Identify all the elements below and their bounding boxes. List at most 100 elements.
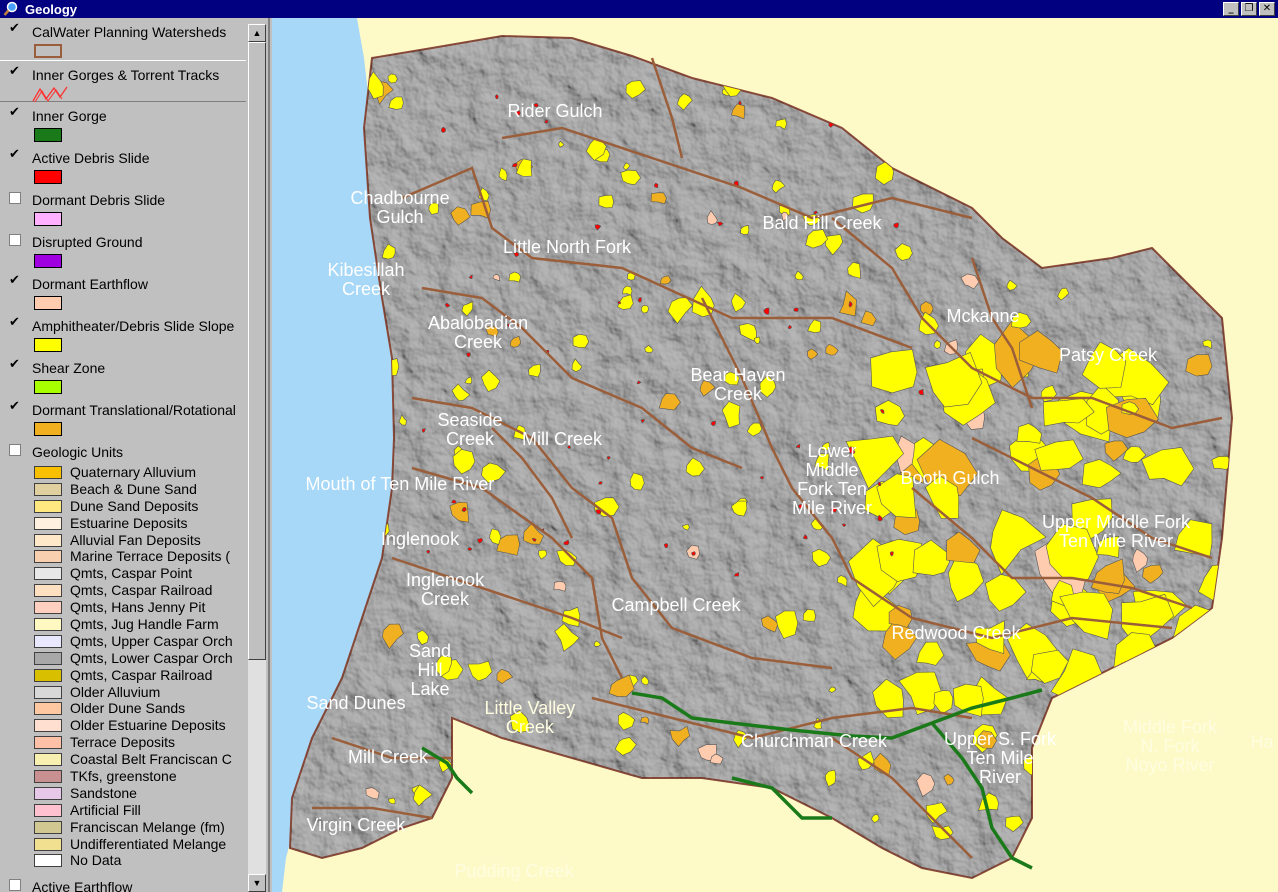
layer-visibility-checkbox[interactable] bbox=[9, 147, 21, 162]
slide-polygon bbox=[607, 787, 628, 810]
layer-name: Inner Gorge bbox=[32, 108, 107, 124]
layer-geologic-units[interactable]: Geologic Units bbox=[0, 438, 246, 464]
layer-calwater-planning-watersheds[interactable]: CalWater Planning Watersheds bbox=[0, 18, 246, 60]
slide-polygon bbox=[721, 818, 733, 830]
minimize-button[interactable]: _ bbox=[1223, 2, 1239, 16]
unit-swatch bbox=[34, 786, 62, 800]
scroll-up-button[interactable]: ▲ bbox=[248, 24, 266, 42]
maximize-button[interactable]: ❐ bbox=[1241, 2, 1257, 16]
slide-polygon bbox=[628, 837, 648, 856]
slide-polygon bbox=[785, 845, 802, 861]
slide-polygon bbox=[721, 791, 740, 809]
layer-active-earthflow[interactable]: Active Earthflow bbox=[0, 873, 246, 892]
slide-polygon bbox=[485, 792, 494, 802]
slide-polygon bbox=[1001, 178, 1028, 198]
unit-label: Qmts, Caspar Railroad bbox=[70, 582, 213, 599]
layer-visibility-checkbox[interactable] bbox=[9, 444, 21, 456]
watershed-label: Patsy Creek bbox=[1059, 345, 1158, 365]
unit-label: Qmts, Jug Handle Farm bbox=[70, 616, 219, 633]
layer-visibility-checkbox[interactable] bbox=[9, 192, 21, 204]
layer-swatch bbox=[34, 254, 62, 268]
unit-label: Artificial Fill bbox=[70, 801, 141, 818]
unit-swatch bbox=[34, 466, 62, 479]
watershed-label: Sand Hill Lake bbox=[409, 640, 452, 699]
slide-polygon bbox=[495, 94, 499, 100]
layer-visibility-checkbox[interactable] bbox=[9, 273, 21, 288]
magnifier-icon bbox=[3, 1, 19, 17]
layer-dormant-earthflow[interactable]: Dormant Earthflow bbox=[0, 270, 246, 312]
watershed-label: Seaside Creek bbox=[437, 410, 503, 449]
unit-swatch bbox=[34, 618, 62, 632]
geologic-unit-item: Qmts, Hans Jenny Pit bbox=[0, 599, 246, 616]
layer-visibility-checkbox[interactable] bbox=[9, 21, 21, 36]
unit-swatch bbox=[34, 533, 62, 547]
slide-polygon bbox=[588, 849, 600, 859]
watershed-label: Redwood Creek bbox=[891, 623, 1021, 643]
slide-polygon bbox=[1139, 799, 1154, 821]
scroll-down-button[interactable]: ▼ bbox=[248, 874, 266, 892]
slide-polygon bbox=[1057, 727, 1076, 741]
watershed-label: Mouth of Ten Mile River bbox=[305, 474, 495, 494]
unit-label: Sandstone bbox=[70, 784, 137, 801]
geology-map[interactable]: Rider Gulch Chadbourne Gulch Little North … bbox=[272, 18, 1278, 892]
slide-polygon bbox=[484, 824, 498, 841]
unit-label: Older Alluvium bbox=[70, 683, 161, 700]
geologic-unit-item: Terrace Deposits bbox=[0, 734, 246, 751]
slide-polygon bbox=[598, 194, 614, 209]
unit-swatch bbox=[34, 567, 62, 581]
slide-polygon bbox=[644, 829, 659, 850]
geologic-unit-item: Estuarine Deposits bbox=[0, 515, 246, 532]
watershed-label: Abalobadian Creek bbox=[428, 313, 529, 352]
geologic-unit-item: Older Dune Sands bbox=[0, 700, 246, 717]
layer-dormant-debris-slide[interactable]: Dormant Debris Slide bbox=[0, 186, 246, 228]
geologic-unit-item: Artificial Fill bbox=[0, 802, 246, 819]
slide-polygon bbox=[467, 547, 473, 551]
slide-polygon bbox=[1226, 742, 1232, 753]
layer-visibility-checkbox[interactable] bbox=[9, 399, 21, 414]
scroll-thumb[interactable] bbox=[248, 42, 266, 660]
slide-polygon bbox=[1154, 230, 1171, 253]
watershed-label: Bear Haven Creek bbox=[690, 365, 786, 404]
layer-swatch bbox=[34, 338, 62, 352]
layer-visibility-checkbox[interactable] bbox=[9, 315, 21, 330]
unit-swatch bbox=[34, 651, 62, 665]
unit-swatch bbox=[34, 736, 62, 750]
slide-polygon bbox=[1135, 671, 1171, 709]
watershed-label: Little Valley Creek bbox=[484, 698, 576, 737]
slide-polygon bbox=[1187, 782, 1197, 790]
layer-visibility-checkbox[interactable] bbox=[9, 64, 21, 79]
close-button[interactable]: ✕ bbox=[1259, 2, 1275, 16]
slide-polygon bbox=[553, 580, 567, 592]
unit-label: No Data bbox=[70, 852, 122, 869]
layer-active-debris-slide[interactable]: Active Debris Slide bbox=[0, 144, 246, 186]
layer-name: Amphitheater/Debris Slide Slope bbox=[32, 318, 235, 334]
title-bar: Geology _ ❐ ✕ bbox=[0, 0, 1278, 18]
legend-scrollbar[interactable]: ▲ ▼ bbox=[248, 24, 266, 892]
slide-polygon bbox=[1109, 662, 1142, 710]
layer-name: Dormant Translational/Rotational bbox=[32, 402, 236, 418]
layer-visibility-checkbox[interactable] bbox=[9, 879, 21, 892]
geologic-unit-item: Sandstone bbox=[0, 785, 246, 802]
layer-inner-gorge[interactable]: Inner Gorge bbox=[0, 102, 246, 144]
layer-inner-gorges-torrent-tracks[interactable]: Inner Gorges & Torrent Tracks bbox=[0, 60, 246, 103]
layer-visibility-checkbox[interactable] bbox=[9, 234, 21, 246]
geologic-unit-item: Qmts, Caspar Railroad bbox=[0, 582, 246, 599]
slide-polygon bbox=[821, 96, 840, 118]
unit-label: Qmts, Lower Caspar Orch bbox=[70, 649, 233, 666]
layer-name: Active Earthflow bbox=[32, 879, 133, 892]
slide-polygon bbox=[916, 150, 930, 167]
slide-polygon bbox=[540, 837, 554, 849]
layer-swatch bbox=[34, 212, 62, 226]
layer-dormant-translational-rotational[interactable]: Dormant Translational/Rotational bbox=[0, 396, 246, 438]
layer-amphitheater-debris-slide-slope[interactable]: Amphitheater/Debris Slide Slope bbox=[0, 312, 246, 354]
geologic-unit-item: Alluvial Fan Deposits bbox=[0, 532, 246, 549]
slide-polygon bbox=[793, 307, 799, 312]
layer-visibility-checkbox[interactable] bbox=[9, 357, 21, 372]
layer-shear-zone[interactable]: Shear Zone bbox=[0, 354, 246, 396]
legend-panel: CalWater Planning Watersheds Inner Gorges… bbox=[0, 18, 270, 892]
layer-name: Inner Gorges & Torrent Tracks bbox=[32, 67, 220, 83]
slide-polygon bbox=[1107, 666, 1158, 702]
slide-polygon bbox=[1136, 850, 1164, 866]
layer-disrupted-ground[interactable]: Disrupted Ground bbox=[0, 228, 246, 270]
layer-visibility-checkbox[interactable] bbox=[9, 105, 21, 120]
